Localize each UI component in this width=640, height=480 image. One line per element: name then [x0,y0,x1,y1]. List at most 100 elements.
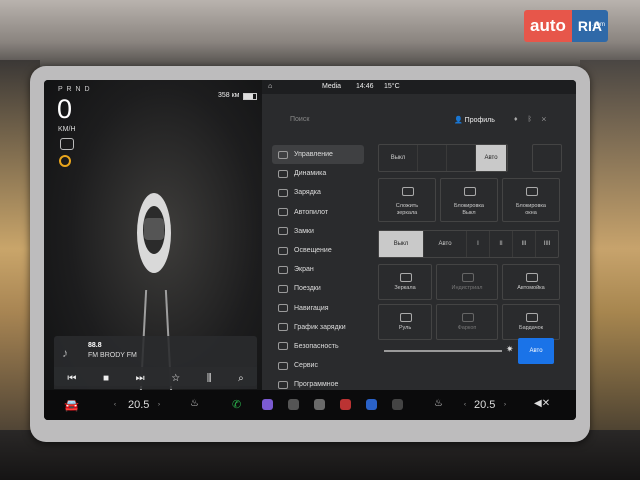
menu-item-autopilot[interactable]: Автопилот [272,203,368,222]
menu-label: Освещение [294,247,332,255]
wiper-speed-3[interactable]: III [513,231,536,257]
light-icon [278,246,288,255]
menu-label: Сервис [294,362,318,370]
fold-mirrors-button[interactable]: Сложить зеркала [378,178,436,222]
menu-item-trips[interactable]: Поездки [272,279,368,298]
next-icon[interactable]: ⏭ [136,373,145,384]
home-icon[interactable]: ⌂ [268,83,272,90]
temp-up-left-icon[interactable]: › [158,402,160,408]
car-wash-button[interactable]: Автомойка [502,264,560,300]
search-icon[interactable]: ⌕ [238,373,244,384]
lights-auto-option[interactable]: Авто [476,145,507,171]
menu-item-controls[interactable]: Управление [272,145,364,165]
menu-item-locks[interactable]: Замки [272,222,368,241]
high-beam-toggle [532,144,562,172]
previous-icon[interactable]: ⏮ [67,373,76,384]
menu-label: Управление [294,151,333,159]
passenger-temperature[interactable]: 20.5 [474,399,495,411]
car-icon[interactable]: 🚘 [64,398,79,412]
parking-lights-icon[interactable] [418,145,447,171]
dashcam-app-icon[interactable] [392,399,403,410]
temp-down-right-icon[interactable]: ‹ [464,402,466,408]
menu-item-lighting[interactable]: Освещение [272,241,368,260]
wifi-off-icon[interactable]: ✕ [542,116,556,123]
search-input[interactable]: Поиск [290,116,309,123]
brightness-slider[interactable] [384,350,502,352]
bottom-bar: 🚘 ‹ 20.5 › ♨ ✆ ♨ ‹ 20.5 › ◀✕ [44,390,576,420]
menu-item-service[interactable]: Сервис [272,356,368,375]
status-bar: ⌂ Media 14:46 15°C [262,80,576,94]
bluetooth-icon[interactable]: ᛒ [528,116,542,123]
temp-up-right-icon[interactable]: › [504,402,506,408]
tesla-screen: P R N D 0 KM/H 358 км ♪ 88.8 FM BRODY FM… [44,80,576,420]
menu-label: Замки [294,227,314,235]
window-lock-button[interactable]: Блокировка окна [502,178,560,222]
steering-wheel-button[interactable]: Руль [378,304,432,340]
headlight-selector: Выкл Авто [378,144,508,172]
glovebox-button[interactable]: Бардачок [502,304,560,340]
controls-icon [278,150,288,159]
card-line2: окна [525,209,537,216]
menu-item-safety[interactable]: Безопасность [272,337,368,356]
lock-icon [464,187,476,196]
menu-item-charge-schedule[interactable]: График зарядки [272,318,368,337]
energy-app-icon[interactable] [340,399,351,410]
lights-off-option[interactable]: Выкл [379,145,418,171]
watermark-com: .com [592,22,606,28]
watermark-ria: RIA .com [571,10,609,42]
wiper-speed-2[interactable]: II [490,231,513,257]
more-apps-icon[interactable] [288,399,299,410]
card-label: Бардачок [518,325,544,331]
phone-icon[interactable]: ✆ [232,398,241,411]
bluetooth-app-icon[interactable] [366,399,377,410]
menu-item-dynamics[interactable]: Динамика [272,164,368,183]
temp-down-left-icon[interactable]: ‹ [114,402,116,408]
outside-temp: 15°C [384,83,400,90]
steering-wheel-icon [400,313,412,322]
speed-unit: KM/H [58,126,76,133]
wiper-speed-1[interactable]: I [467,231,490,257]
profile-button[interactable]: 👤 Профиль [454,116,495,124]
menu-item-charging[interactable]: Зарядка [272,183,368,202]
card-line1: Блокировка [516,203,546,209]
bolt-icon [278,188,288,197]
speed-value: 0 [57,94,73,124]
profile-label: Профиль [464,117,495,124]
child-lock-button[interactable]: Блокировка Выкл [440,178,498,222]
display-icon [278,265,288,274]
app-launcher-icon[interactable] [262,399,273,410]
camera-app-icon[interactable] [314,399,325,410]
menu-label: Экран [294,266,314,274]
wrench-icon [278,361,288,370]
bell-icon[interactable]: ♦ [514,116,528,123]
menu-item-navigation[interactable]: Навигация [272,299,368,318]
wiper-off-option[interactable]: Выкл [379,231,424,257]
menu-label: Поездки [294,285,321,293]
seat-heater-left-icon[interactable]: ♨ [190,398,199,409]
car-status-pane: P R N D 0 KM/H 358 км ♪ 88.8 FM BRODY FM… [44,80,262,420]
wiper-auto-option[interactable]: Авто [424,231,467,257]
car-top-view-icon[interactable] [132,190,176,276]
mirror-icon [402,187,414,196]
settings-menu: Управление Динамика Зарядка Автопилот За… [272,145,368,394]
safety-icon [278,342,288,351]
low-beam-icon[interactable] [447,145,476,171]
auto-brightness-button[interactable]: Авто [518,338,554,364]
high-beam-icon[interactable] [533,145,561,171]
volume-mute-icon[interactable]: ◀✕ [534,398,550,409]
stop-icon[interactable]: ■ [103,373,109,384]
mirrors-adjust-button[interactable]: Зеркала [378,264,432,300]
equalizer-icon[interactable]: ⫼ [207,373,212,384]
watermark-auto: auto [524,10,572,42]
favorite-icon[interactable]: ☆ [171,373,180,384]
tire-pressure-warning-icon [59,155,71,167]
driver-temperature[interactable]: 20.5 [128,399,149,411]
brightness-icon: ✷ [506,344,514,354]
menu-label: Программное [294,381,339,389]
wiper-speed-4[interactable]: IIII [536,231,558,257]
menu-label: Зарядка [294,189,321,197]
media-badge: Media [322,83,342,90]
radio-frequency: 88.8 [88,342,102,349]
menu-item-display[interactable]: Экран [272,260,368,279]
seat-heater-right-icon[interactable]: ♨ [434,398,443,409]
